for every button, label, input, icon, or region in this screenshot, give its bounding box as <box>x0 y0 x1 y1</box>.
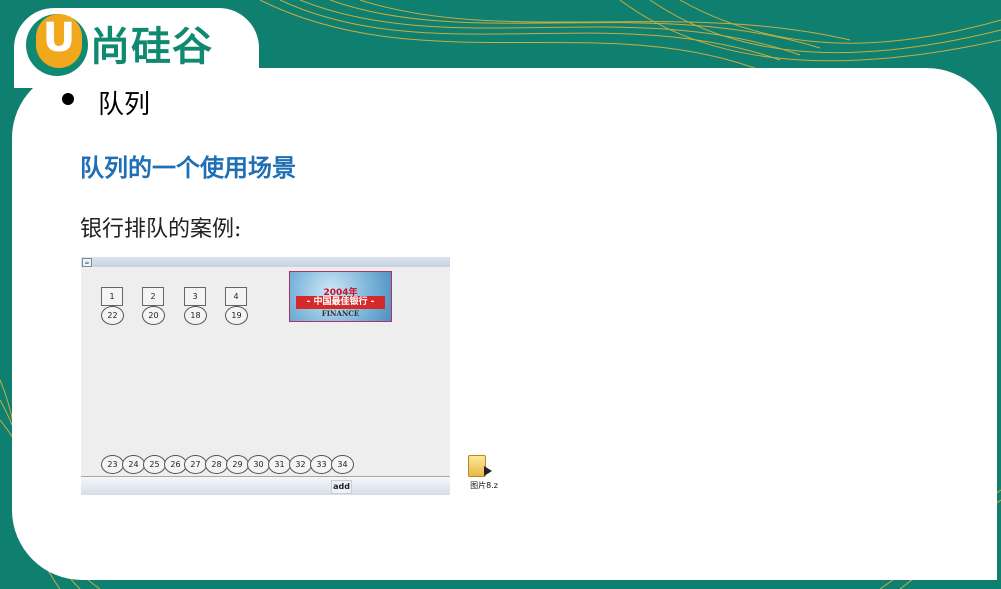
banner-title: - 中国最佳银行 - <box>296 296 385 309</box>
bank-queue-app-window: ☕ 1 22 2 20 3 18 4 19 2004年 - 中国最佳银行 - F… <box>81 257 450 495</box>
java-cup-icon: ☕ <box>82 258 92 267</box>
serving-number: 20 <box>142 306 165 325</box>
serving-number: 19 <box>225 306 248 325</box>
bottom-bar: add <box>81 476 450 495</box>
queue-ticket: 24 <box>122 455 145 474</box>
queue-ticket: 32 <box>289 455 312 474</box>
queue-ticket: 34 <box>331 455 354 474</box>
window-titlebar[interactable]: ☕ <box>81 257 450 267</box>
add-button[interactable]: add <box>331 480 352 494</box>
queue-ticket: 33 <box>310 455 333 474</box>
shortcut-arrow-icon <box>484 466 492 476</box>
logo-letter: U <box>42 15 76 61</box>
file-shortcut[interactable]: 图片8.z <box>464 452 498 494</box>
queue-ticket: 27 <box>184 455 207 474</box>
bullet-title: 队列 <box>98 90 151 120</box>
queue-ticket: 29 <box>226 455 249 474</box>
banner-english: FINANCE <box>321 309 360 318</box>
serving-number: 22 <box>101 306 124 325</box>
queue-ticket: 30 <box>247 455 270 474</box>
bullet-icon <box>62 93 74 105</box>
queue-ticket: 25 <box>143 455 166 474</box>
serving-number: 18 <box>184 306 207 325</box>
service-window-4: 4 <box>225 287 247 306</box>
slide-body-text: 银行排队的案例: <box>80 217 242 242</box>
queue-ticket: 28 <box>205 455 228 474</box>
logo-text: 尚硅谷 <box>90 24 213 70</box>
service-window-3: 3 <box>184 287 206 306</box>
queue-ticket: 31 <box>268 455 291 474</box>
bank-banner-image: 2004年 - 中国最佳银行 - FINANCE <box>289 271 392 322</box>
service-window-2: 2 <box>142 287 164 306</box>
file-label: 图片8.z <box>470 481 498 490</box>
queue-ticket: 23 <box>101 455 124 474</box>
slide-subtitle: 队列的一个使用场景 <box>80 153 296 182</box>
service-window-1: 1 <box>101 287 123 306</box>
